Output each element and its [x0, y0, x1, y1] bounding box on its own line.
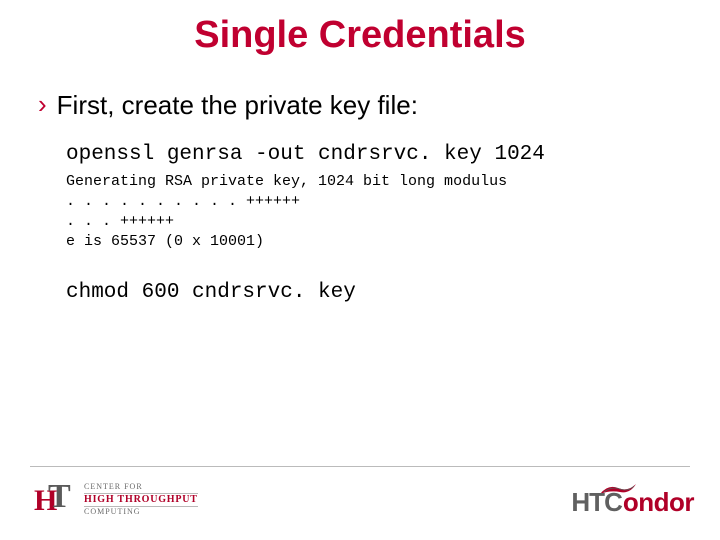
- htcondor-logo: HTC ondor: [571, 487, 694, 518]
- chtc-logo: H T CENTER FOR HIGH THROUGHPUT COMPUTING: [34, 480, 198, 520]
- chtc-line2: HIGH THROUGHPUT: [84, 495, 198, 506]
- slide: Single Credentials › First, create the p…: [0, 0, 720, 540]
- bullet-text: First, create the private key file:: [57, 90, 418, 120]
- footer-divider: [30, 466, 690, 468]
- chtc-logo-text: CENTER FOR HIGH THROUGHPUT COMPUTING: [84, 483, 198, 516]
- command-output: Generating RSA private key, 1024 bit lon…: [66, 172, 678, 252]
- htcondor-text-ondor: ondor: [623, 487, 694, 518]
- content-area: › First, create the private key file: op…: [38, 90, 678, 310]
- ht-mark-icon: H T: [34, 480, 76, 520]
- htcondor-text-htc: HTC: [571, 487, 621, 518]
- bullet-item: › First, create the private key file:: [38, 90, 678, 120]
- bullet-marker-icon: ›: [38, 90, 47, 118]
- ht-t-letter: T: [48, 480, 76, 516]
- command-line-2: chmod 600 cndrsrvc. key: [66, 280, 678, 306]
- footer: H T CENTER FOR HIGH THROUGHPUT COMPUTING…: [0, 470, 720, 530]
- chtc-line1: CENTER FOR: [84, 483, 198, 493]
- chtc-line3: COMPUTING: [84, 506, 198, 516]
- command-line-1: openssl genrsa -out cndrsrvc. key 1024: [66, 142, 678, 168]
- slide-title: Single Credentials: [0, 14, 720, 57]
